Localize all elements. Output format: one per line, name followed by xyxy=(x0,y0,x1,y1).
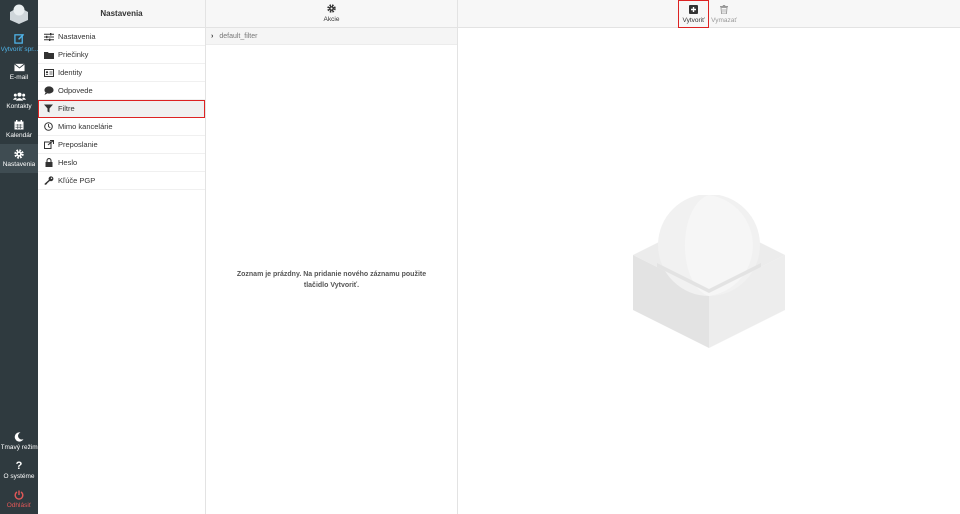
rail-item-calendar[interactable]: Kalendár xyxy=(0,115,38,144)
settings-nav: Nastavenia Priečinky Identity Odpovede F… xyxy=(38,28,205,190)
gear-icon xyxy=(14,149,24,159)
rail-item-label: Kalendár xyxy=(5,132,33,139)
question-icon: ? xyxy=(15,460,23,472)
create-label: Vytvoriť xyxy=(682,16,705,24)
rail-item-contacts[interactable]: Kontakty xyxy=(0,86,38,115)
app-rail: Vytvoriť spr... E-mail Kontakty Kalendár… xyxy=(0,0,38,514)
settings-item-folders[interactable]: Priečinky xyxy=(38,46,205,64)
rail-item-label: Kontakty xyxy=(6,102,32,110)
forward-icon xyxy=(43,140,54,149)
rail-item-label: Odhlásiť xyxy=(6,502,32,509)
detail-panel: Vytvoriť Vymazať xyxy=(458,0,960,514)
filter-set-name: default_filter xyxy=(219,32,258,40)
rail-item-settings[interactable]: Nastavenia xyxy=(0,144,38,173)
id-card-icon xyxy=(43,68,54,77)
delete-button[interactable]: Vymazať xyxy=(711,0,737,28)
about-button[interactable]: ? O systéme xyxy=(0,456,38,485)
settings-item-label: Kľúče PGP xyxy=(58,176,96,185)
filter-set-row[interactable]: › default_filter xyxy=(206,28,457,45)
rail-item-label: E-mail xyxy=(9,73,29,81)
settings-item-out-of-office[interactable]: Mimo kancelárie xyxy=(38,118,205,136)
create-button[interactable]: Vytvoriť xyxy=(678,0,709,28)
rail-item-email[interactable]: E-mail xyxy=(0,57,38,86)
plus-square-icon xyxy=(689,4,698,14)
settings-panel: Nastavenia Nastavenia Priečinky Identity… xyxy=(38,0,206,514)
settings-item-password[interactable]: Heslo xyxy=(38,154,205,172)
chevron-right-icon: › xyxy=(211,32,214,40)
settings-item-responses[interactable]: Odpovede xyxy=(38,82,205,100)
settings-item-label: Identity xyxy=(58,68,83,77)
settings-item-general[interactable]: Nastavenia xyxy=(38,28,205,46)
rail-bottom: Tmavý režim ? O systéme Odhlásiť xyxy=(0,427,38,514)
settings-item-label: Preposlanie xyxy=(58,140,98,149)
clock-icon xyxy=(43,122,54,131)
users-icon xyxy=(12,92,26,101)
power-icon xyxy=(14,490,24,500)
dark-mode-toggle[interactable]: Tmavý režim xyxy=(0,427,38,456)
compose-icon xyxy=(13,33,24,44)
settings-item-label: Filtre xyxy=(58,104,75,113)
delete-label: Vymazať xyxy=(711,16,737,24)
settings-header: Nastavenia xyxy=(38,0,205,28)
compose-button[interactable]: Vytvoriť spr... xyxy=(0,28,38,57)
sliders-icon xyxy=(43,32,54,41)
empty-placeholder-icon xyxy=(633,195,785,348)
comment-icon xyxy=(43,86,54,95)
envelope-icon xyxy=(13,62,25,71)
filters-panel: Akcie › default_filter Zoznam je prázdny… xyxy=(206,0,458,514)
settings-item-label: Odpovede xyxy=(58,86,93,95)
rail-item-label: O systéme xyxy=(3,473,35,480)
moon-icon xyxy=(14,432,24,442)
rail-item-label: Tmavý režim xyxy=(0,444,38,451)
actions-label: Akcie xyxy=(323,16,340,23)
calendar-icon xyxy=(14,120,24,130)
detail-toolbar: Vytvoriť Vymazať xyxy=(458,0,960,28)
rail-item-label: Nastavenia xyxy=(2,161,36,168)
filter-icon xyxy=(43,104,54,113)
folder-icon xyxy=(43,50,54,59)
logout-button[interactable]: Odhlásiť xyxy=(0,485,38,514)
settings-item-label: Nastavenia xyxy=(58,32,96,41)
settings-item-label: Heslo xyxy=(58,158,78,167)
settings-item-label: Priečinky xyxy=(58,50,89,59)
trash-icon xyxy=(720,4,728,14)
settings-item-filters[interactable]: Filtre xyxy=(38,100,205,118)
key-icon xyxy=(43,176,54,185)
settings-item-pgp-keys[interactable]: Kľúče PGP xyxy=(38,172,205,190)
settings-item-forwarding[interactable]: Preposlanie xyxy=(38,136,205,154)
app-logo[interactable] xyxy=(0,0,38,28)
settings-item-label: Mimo kancelárie xyxy=(58,122,113,131)
compose-label: Vytvoriť spr... xyxy=(0,45,38,53)
logo-icon xyxy=(10,4,28,24)
actions-menu-button[interactable]: Akcie xyxy=(206,0,457,28)
settings-item-identities[interactable]: Identity xyxy=(38,64,205,82)
lock-icon xyxy=(43,158,54,167)
empty-list-message: Zoznam je prázdny. Na pridanie nového zá… xyxy=(236,271,427,289)
settings-title: Nastavenia xyxy=(100,9,143,18)
gear-icon xyxy=(327,4,336,13)
